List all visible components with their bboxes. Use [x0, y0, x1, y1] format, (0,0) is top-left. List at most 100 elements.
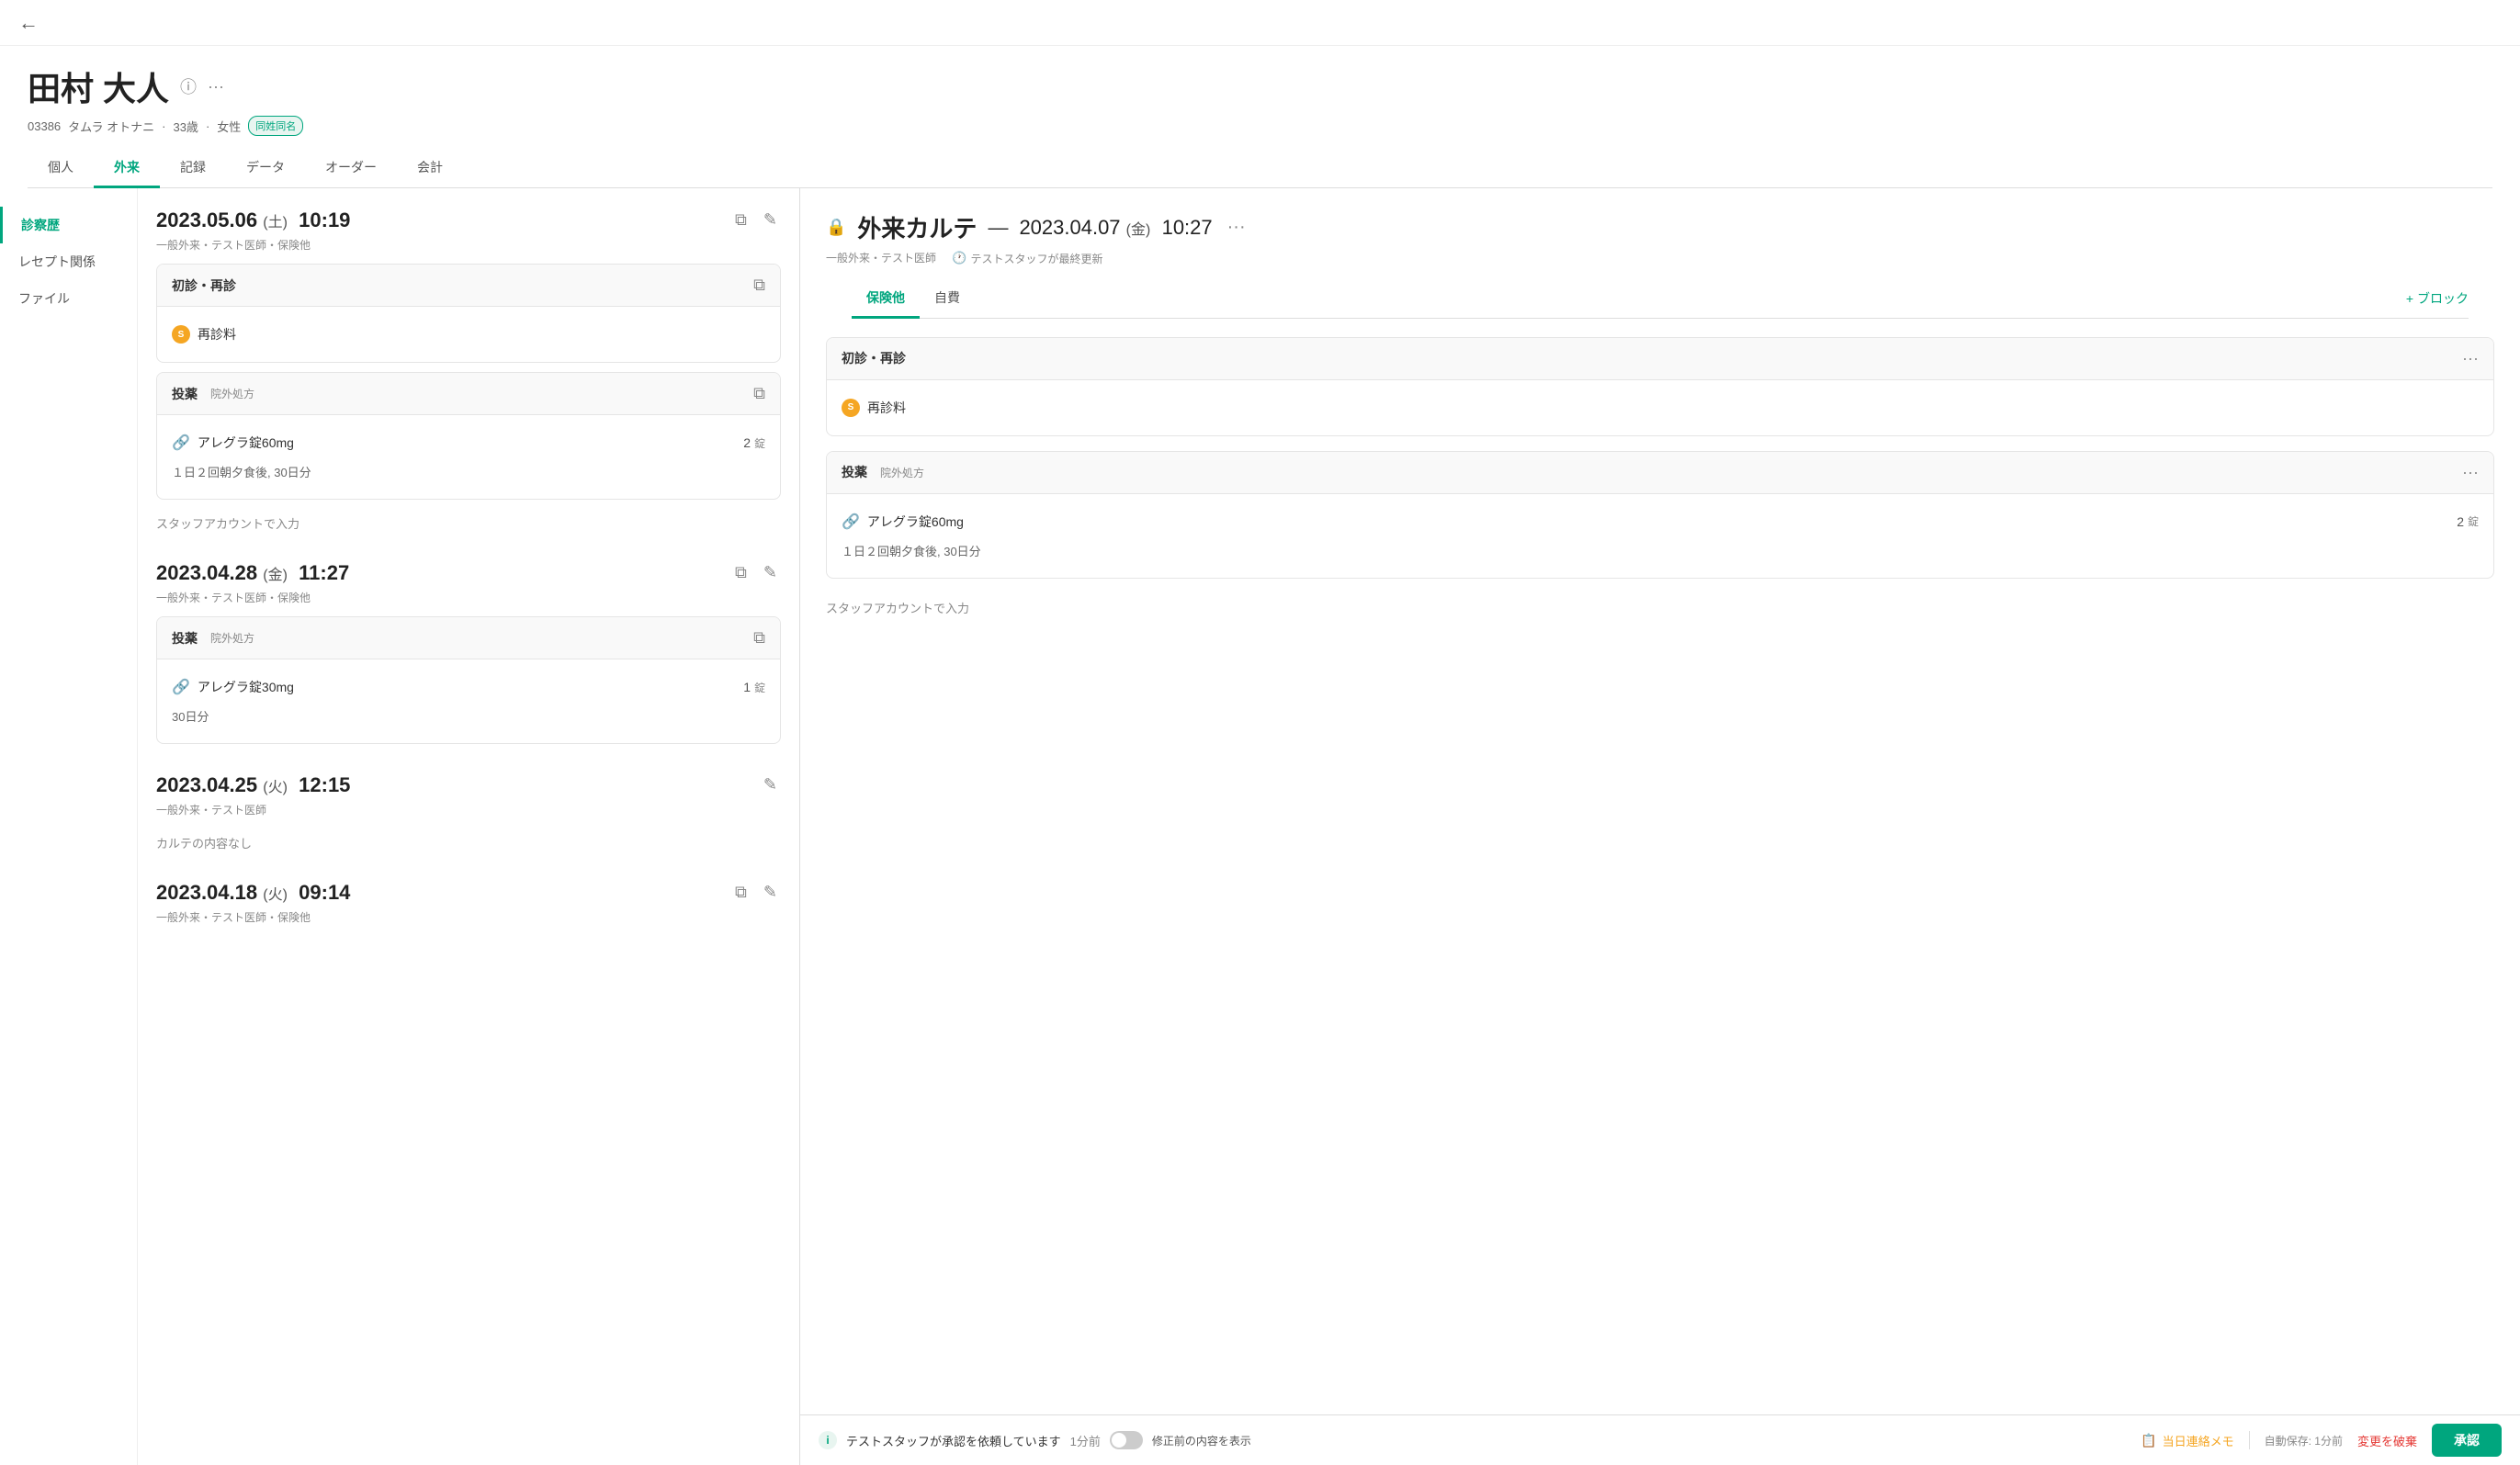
medicine-name: S 再診料: [172, 325, 236, 344]
patient-info-icon[interactable]: ⓘ: [180, 74, 197, 98]
sidebar-item-receipts[interactable]: レセプト関係: [0, 243, 137, 280]
karte-title: 外来カルテ: [857, 210, 977, 244]
visit-date: 2023.04.18 (火) 09:14: [156, 881, 350, 905]
edit-button[interactable]: ✎: [760, 559, 781, 586]
card-body: 🔗 アレグラ錠60mg 2 錠 １日２回朝夕食後, 30日分: [157, 415, 780, 499]
tab-insurance[interactable]: 保険他: [852, 279, 920, 319]
medicine-icon: 🔗: [172, 678, 190, 696]
right-tab-items: 保険他 自費: [852, 279, 975, 318]
medicine-name: 🔗 アレグラ錠60mg: [842, 513, 964, 531]
tab-data[interactable]: データ: [226, 149, 305, 188]
visit-item: 2023.05.06 (土) 10:19 ⧉ ✎ 一般外来・テスト医師・保険他 …: [156, 207, 781, 532]
card-more-button[interactable]: ···: [2462, 349, 2479, 368]
add-block-button[interactable]: + ブロック: [2406, 289, 2469, 308]
nav-tabs: 個人 外来 記録 データ オーダー 会計: [28, 149, 2492, 188]
karte-meta-updated: 🕐 テストスタッフが最終更新: [952, 251, 1102, 266]
card-more-button[interactable]: ⧉: [753, 628, 765, 648]
back-button[interactable]: ←: [18, 11, 39, 35]
visit-actions: ⧉ ✎: [731, 207, 781, 233]
separator: [2249, 1431, 2250, 1449]
right-card-header: 投薬 院外処方 ···: [827, 452, 2493, 494]
visit-meta: 一般外来・テスト医師・保険他: [156, 237, 781, 253]
visit-header: 2023.05.06 (土) 10:19 ⧉ ✎: [156, 207, 781, 233]
medicine-name: 🔗 アレグラ錠60mg: [172, 434, 294, 452]
patient-sub: 03386 タムラ オトナニ · 33歳 · 女性 同姓同名: [28, 116, 2492, 136]
card-more-button[interactable]: ⧉: [753, 276, 765, 295]
right-card-body: 🔗 アレグラ錠60mg 2 錠 １日２回朝夕食後, 30日分: [827, 494, 2493, 578]
patient-header: 田村 大人 ⓘ ··· 03386 タムラ オトナニ · 33歳 · 女性 同姓…: [0, 46, 2520, 188]
approval-text: テストスタッフが承認を依頼しています: [846, 1432, 1061, 1449]
visit-header: 2023.04.18 (火) 09:14 ⧉ ✎: [156, 879, 781, 906]
tab-billing[interactable]: 会計: [397, 149, 463, 188]
tab-self-pay[interactable]: 自費: [920, 279, 975, 319]
visit-meta: 一般外来・テスト医師・保険他: [156, 909, 781, 925]
bottom-right: 📋 当日連絡メモ 自動保存: 1分前 変更を破棄 承認: [2141, 1424, 2502, 1457]
medicine-dosage: 30日分: [172, 704, 765, 732]
card-title: 初診・再診: [842, 349, 906, 367]
medicine-dosage: １日２回朝夕食後, 30日分: [842, 538, 2479, 567]
right-staff-input: スタッフアカウントで入力: [826, 593, 2494, 616]
right-tabs: 保険他 自費 + ブロック: [852, 279, 2469, 319]
tab-individual[interactable]: 個人: [28, 149, 94, 188]
karte-more-button[interactable]: ···: [1227, 217, 1246, 238]
karte-full-date: 2023.04.07 (金) 10:27: [1019, 216, 1212, 240]
patient-gender: 女性: [217, 118, 241, 135]
card-more-button[interactable]: ···: [2462, 463, 2479, 482]
medicine-row: S 再診料: [842, 391, 2479, 424]
visit-header: 2023.04.28 (金) 11:27 ⧉ ✎: [156, 559, 781, 586]
visit-actions: ⧉ ✎: [731, 879, 781, 906]
revert-button[interactable]: 変更を破棄: [2357, 1432, 2417, 1449]
visit-list: 2023.05.06 (土) 10:19 ⧉ ✎ 一般外来・テスト医師・保険他 …: [138, 188, 799, 1465]
medicine-row: 🔗 アレグラ錠60mg 2 錠: [172, 426, 765, 459]
visit-meta: 一般外来・テスト医師: [156, 802, 781, 817]
show-before-toggle[interactable]: [1110, 1431, 1143, 1449]
card-body: 🔗 アレグラ錠30mg 1 錠 30日分: [157, 659, 780, 743]
medicine-icon: 🔗: [842, 513, 860, 531]
patient-more-icon[interactable]: ···: [208, 77, 224, 96]
tab-outpatient[interactable]: 外来: [94, 149, 160, 188]
medicine-card: 投薬 院外処方 ⧉ 🔗 アレグラ錠30mg 1: [156, 616, 781, 744]
visit-meta: 一般外来・テスト医師・保険他: [156, 590, 781, 605]
karte-meta-type: 一般外来・テスト医師: [826, 250, 936, 265]
card-header: 投薬 院外処方 ⧉: [157, 617, 780, 659]
left-panel: 診察歴 レセプト関係 ファイル 2023.05.06 (土) 10:19 ⧉ ✎: [0, 188, 799, 1465]
edit-button[interactable]: ✎: [760, 772, 781, 798]
medicine-qty: 2 錠: [2457, 513, 2479, 529]
patient-name: 田村 大人: [28, 62, 169, 110]
visit-actions: ⧉ ✎: [731, 559, 781, 586]
card-more-button[interactable]: ⧉: [753, 384, 765, 403]
copy-button[interactable]: ⧉: [731, 207, 751, 233]
card-title: 投薬 院外処方: [172, 385, 254, 403]
karte-title-row: 🔒 外来カルテ — 2023.04.07 (金) 10:27 ···: [826, 210, 2494, 244]
contact-memo-button[interactable]: 📋 当日連絡メモ: [2141, 1432, 2233, 1449]
right-medicine-card: 投薬 院外処方 ··· 🔗 アレグラ錠60mg 2 錠: [826, 451, 2494, 579]
medicine-name: S 再診料: [842, 399, 906, 417]
edit-button[interactable]: ✎: [760, 207, 781, 233]
right-shinsin-card: 初診・再診 ··· S 再診料: [826, 337, 2494, 436]
patient-name-row: 田村 大人 ⓘ ···: [28, 62, 2492, 110]
right-panel-header: 🔒 外来カルテ — 2023.04.07 (金) 10:27 ··· 一般外来・…: [800, 188, 2520, 319]
karte-separator: —: [988, 216, 1008, 240]
approve-button[interactable]: 承認: [2432, 1424, 2502, 1457]
tab-records[interactable]: 記録: [160, 149, 226, 188]
tab-order[interactable]: オーダー: [305, 149, 397, 188]
sidebar-item-files[interactable]: ファイル: [0, 280, 137, 317]
edit-button[interactable]: ✎: [760, 879, 781, 906]
patient-kana: タムラ オトナニ: [68, 118, 154, 135]
sidebar-item-visits[interactable]: 診察歴: [0, 207, 137, 243]
visit-item: 2023.04.28 (金) 11:27 ⧉ ✎ 一般外来・テスト医師・保険他 …: [156, 559, 781, 744]
same-name-badge: 同姓同名: [248, 116, 303, 136]
medicine-row: 🔗 アレグラ錠30mg 1 錠: [172, 671, 765, 704]
visit-actions: ✎: [760, 772, 781, 798]
medicine-card: 投薬 院外処方 ⧉ 🔗 アレグラ錠60mg 2: [156, 372, 781, 500]
medicine-row: 🔗 アレグラ錠60mg 2 錠: [842, 505, 2479, 538]
visit-item: 2023.04.25 (火) 12:15 ✎ 一般外来・テスト医師 カルテの内容…: [156, 772, 781, 851]
right-content: 初診・再診 ··· S 再診料 投薬: [800, 319, 2520, 1415]
info-icon: i: [819, 1431, 837, 1449]
copy-button[interactable]: ⧉: [731, 879, 751, 906]
patient-age: 33歳: [173, 118, 198, 135]
card-header: 初診・再診 ⧉: [157, 265, 780, 307]
copy-button[interactable]: ⧉: [731, 559, 751, 586]
visit-date: 2023.04.28 (金) 11:27: [156, 561, 349, 585]
toggle-label: 修正前の内容を表示: [1152, 1433, 1251, 1448]
